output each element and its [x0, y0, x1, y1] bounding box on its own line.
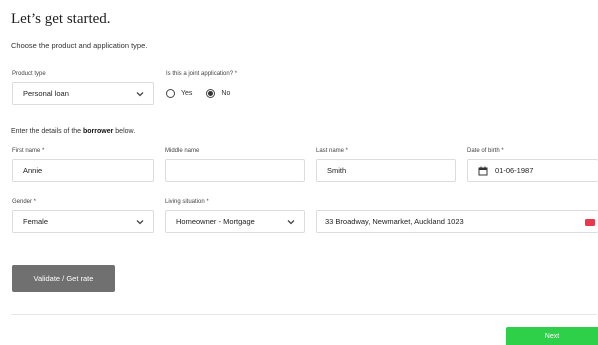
middle-name-label: Middle name [165, 148, 200, 154]
joint-yes-label: Yes [181, 90, 193, 97]
product-type-select[interactable]: Personal loan [12, 82, 154, 105]
living-situation-value: Homeowner - Mortgage [176, 217, 255, 226]
gender-label: Gender * [12, 199, 37, 205]
gender-select[interactable]: Female [12, 210, 154, 233]
joint-no-label: No [221, 90, 231, 97]
calendar-icon [478, 166, 488, 175]
validate-get-rate-button[interactable]: Validate / Get rate [12, 265, 115, 292]
first-name-value: Annie [23, 166, 43, 175]
address-value: 33 Broadway, Newmarket, Auckland 1023 [325, 217, 464, 226]
gender-value: Female [23, 217, 49, 226]
chevron-down-icon [287, 220, 295, 225]
middle-name-input[interactable] [165, 159, 305, 182]
dob-input[interactable]: 01-06-1987 [467, 159, 598, 182]
first-name-input[interactable]: Annie [12, 159, 154, 182]
dob-value: 01-06-1987 [495, 166, 534, 175]
first-name-label: First name * [12, 148, 45, 154]
chevron-down-icon [136, 92, 144, 97]
product-type-label: Product type [12, 71, 46, 77]
chevron-down-icon [136, 220, 144, 225]
joint-yes-radio[interactable] [166, 89, 175, 98]
last-name-value: Smith [327, 166, 347, 175]
last-name-label: Last name * [316, 148, 349, 154]
address-lookup-icon[interactable] [585, 219, 595, 226]
joint-no-radio[interactable] [206, 89, 216, 98]
living-situation-label: Living situation * [165, 199, 209, 205]
dob-label: Date of birth * [467, 148, 504, 154]
living-situation-select[interactable]: Homeowner - Mortgage [165, 210, 305, 233]
last-name-input[interactable]: Smith [316, 159, 456, 182]
next-button[interactable]: Next [506, 327, 598, 345]
section-divider [11, 314, 597, 315]
page-title: Let’s get started. [11, 11, 111, 27]
page-subtitle: Choose the product and application type. [11, 41, 148, 50]
joint-application-radio-group: Yes No [166, 89, 230, 98]
product-type-value: Personal loan [23, 89, 69, 98]
address-input[interactable]: 33 Broadway, Newmarket, Auckland 1023 [316, 210, 598, 233]
borrower-emphasis: borrower [83, 128, 114, 135]
borrower-details-intro: Enter the details of the borrower below. [11, 128, 136, 135]
joint-application-label: Is this a joint application? * [166, 71, 238, 77]
